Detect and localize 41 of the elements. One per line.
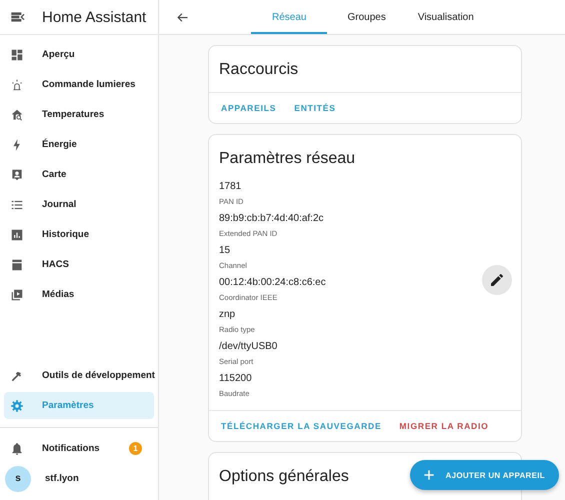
card-title: Paramètres réseau xyxy=(219,149,356,169)
sidebar-item[interactable]: Historique xyxy=(4,221,154,248)
sidebar-item[interactable]: Temperatures xyxy=(4,101,154,128)
pencil-icon xyxy=(489,272,505,288)
map-marker-icon xyxy=(10,168,24,182)
bar-chart-icon xyxy=(10,228,24,242)
field-value: 115200 xyxy=(219,373,253,384)
alarm-light-icon xyxy=(10,78,24,92)
plus-icon xyxy=(422,468,436,482)
notification-badge: 1 xyxy=(129,442,142,455)
field-value: 15 xyxy=(219,245,232,256)
notifications-item[interactable]: Notifications 1 xyxy=(4,435,154,462)
sidebar-item[interactable]: Carte xyxy=(4,161,154,188)
sidebar-item[interactable]: Commande lumieres xyxy=(4,71,154,98)
field-value: /dev/ttyUSB0 xyxy=(219,341,278,352)
edit-button[interactable] xyxy=(482,264,512,294)
user-avatar: s xyxy=(5,466,31,492)
store-icon xyxy=(10,258,24,272)
action-link[interactable]: MIGRER LA RADIO xyxy=(393,418,495,434)
field-value: znp xyxy=(219,309,236,320)
sidebar-item[interactable]: Outils de développement xyxy=(4,362,154,389)
dashboard-icon xyxy=(10,48,24,62)
sidebar-item[interactable]: Aperçu xyxy=(4,41,154,68)
tab[interactable]: Groupes xyxy=(327,0,406,34)
home-search-icon xyxy=(10,108,24,122)
media-icon xyxy=(10,288,24,302)
user-item[interactable]: s stf.lyon xyxy=(4,465,154,492)
gear-icon xyxy=(10,398,24,412)
card-title: Options générales xyxy=(219,467,349,487)
sidebar-item[interactable]: Énergie xyxy=(4,131,154,158)
app-title: Home Assistant xyxy=(42,8,146,26)
sidebar-item[interactable]: Journal xyxy=(4,191,154,218)
sidebar-item[interactable]: HACS xyxy=(4,251,154,278)
field-value: 1781 xyxy=(219,181,242,192)
sidebar-item[interactable]: Médias xyxy=(4,281,154,308)
field-value: 00:12:4b:00:24:c8:c6:ec xyxy=(219,277,327,288)
user-name: stf.lyon xyxy=(45,473,79,484)
card-title: Raccourcis xyxy=(219,60,298,80)
tab[interactable]: Visualisation xyxy=(406,0,486,34)
field-value: 89:b9:cb:b7:4d:40:af:2c xyxy=(219,213,325,224)
bell-icon xyxy=(10,442,24,456)
